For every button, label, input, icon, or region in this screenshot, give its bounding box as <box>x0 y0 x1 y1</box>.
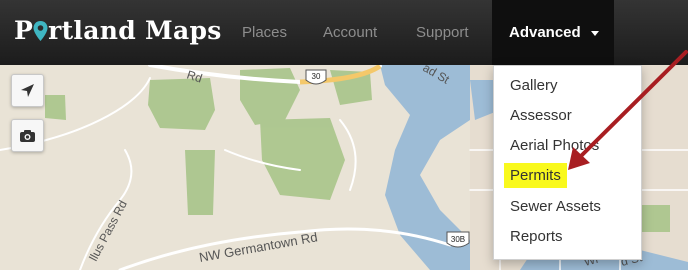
annotation-arrow <box>568 50 688 170</box>
